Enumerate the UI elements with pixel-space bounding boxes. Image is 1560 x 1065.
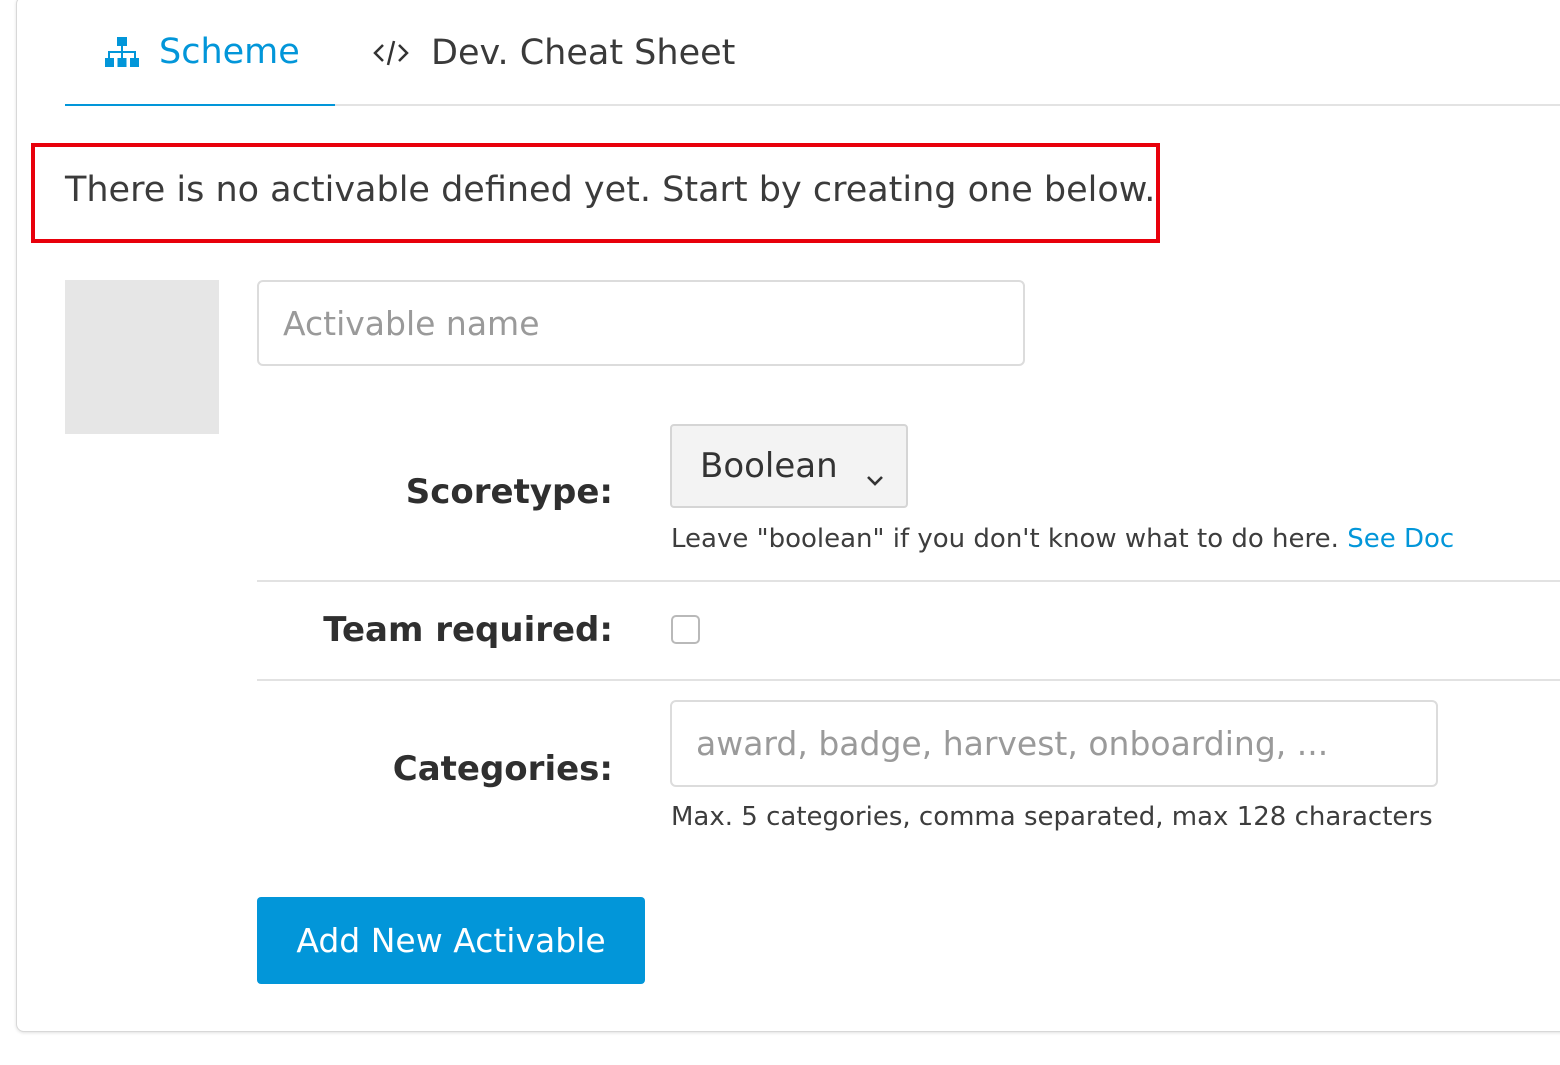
tab-scheme[interactable]: Scheme: [65, 0, 335, 106]
divider: [257, 679, 1560, 681]
categories-label: Categories:: [392, 749, 613, 789]
team-required-checkbox[interactable]: [671, 615, 700, 644]
divider: [257, 580, 1560, 582]
categories-help: Max. 5 categories, comma separated, max …: [671, 802, 1433, 832]
categories-input[interactable]: [670, 700, 1438, 787]
scoretype-help: Leave "boolean" if you don't know what t…: [671, 524, 1454, 554]
scoretype-help-text: Leave "boolean" if you don't know what t…: [671, 524, 1339, 554]
scoretype-select[interactable]: Boolean: [670, 424, 908, 508]
sitemap-icon: [105, 37, 139, 67]
see-doc-link[interactable]: See Doc: [1347, 524, 1454, 554]
tab-dev-cheat-sheet[interactable]: Dev. Cheat Sheet: [373, 0, 773, 106]
tab-bar: Scheme Dev. Cheat Sheet: [65, 0, 1560, 106]
scoretype-selected-value: Boolean: [700, 446, 838, 486]
activable-image-placeholder[interactable]: [65, 280, 219, 434]
activable-name-input[interactable]: [257, 280, 1025, 366]
empty-state-message: There is no activable defined yet. Start…: [65, 170, 1156, 210]
scoretype-label: Scoretype:: [405, 472, 613, 512]
tab-dev-label: Dev. Cheat Sheet: [431, 33, 736, 73]
chevron-down-icon: [866, 456, 884, 496]
team-required-label: Team required:: [323, 610, 613, 650]
tab-scheme-label: Scheme: [159, 32, 300, 72]
code-icon: [373, 38, 409, 68]
add-new-activable-button[interactable]: Add New Activable: [257, 897, 645, 984]
